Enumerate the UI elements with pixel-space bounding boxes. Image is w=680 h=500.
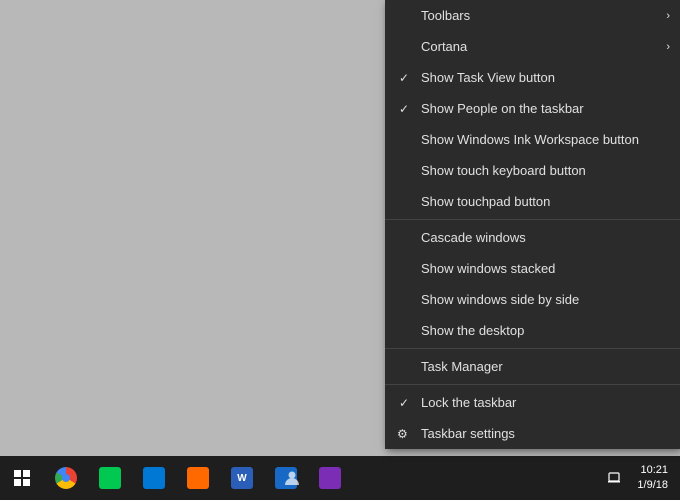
notification-icon[interactable] (599, 456, 629, 500)
taskbar-app-green[interactable] (88, 456, 132, 500)
chrome-icon (55, 467, 77, 489)
taskbar-app-chrome[interactable] (44, 456, 88, 500)
gear-icon: ⚙ (397, 427, 408, 441)
menu-label-stacked: Show windows stacked (421, 261, 555, 276)
checkmark-icon: ✓ (399, 71, 409, 85)
menu-label-task-manager: Task Manager (421, 359, 503, 374)
clock-time: 10:21 (637, 463, 668, 478)
menu-item-show-task-view[interactable]: ✓ Show Task View button (385, 62, 680, 93)
menu-label-taskbar-settings: Taskbar settings (421, 426, 515, 441)
word-icon: W (231, 467, 253, 489)
menu-item-stacked[interactable]: Show windows stacked (385, 253, 680, 284)
taskbar-app-word[interactable]: W (220, 456, 264, 500)
checkmark-icon: ✓ (399, 396, 409, 410)
menu-label-toolbars: Toolbars (421, 8, 470, 23)
menu-item-show-touch[interactable]: Show touch keyboard button (385, 155, 680, 186)
submenu-arrow-icon: › (666, 41, 670, 53)
menu-separator-14 (385, 384, 680, 385)
taskbar-app-outlook[interactable] (132, 456, 176, 500)
menu-label-cortana: Cortana (421, 39, 467, 54)
system-tray: 10:21 1/9/18 (599, 456, 680, 500)
windows-logo-icon (14, 470, 30, 486)
menu-item-show-people[interactable]: ✓ Show People on the taskbar (385, 93, 680, 124)
menu-label-show-people: Show People on the taskbar (421, 101, 584, 116)
menu-label-show-desktop: Show the desktop (421, 323, 524, 338)
menu-label-lock-taskbar: Lock the taskbar (421, 395, 516, 410)
submenu-arrow-icon: › (666, 10, 670, 22)
clock-date: 1/9/18 (637, 478, 668, 493)
menu-item-side-by-side[interactable]: Show windows side by side (385, 284, 680, 315)
orange-app-icon (187, 467, 209, 489)
menu-label-show-ink: Show Windows Ink Workspace button (421, 132, 639, 147)
menu-separator-7 (385, 219, 680, 220)
people-button[interactable] (270, 456, 314, 500)
outlook-icon (143, 467, 165, 489)
menu-label-show-touch: Show touch keyboard button (421, 163, 586, 178)
menu-item-lock-taskbar[interactable]: ✓ Lock the taskbar (385, 387, 680, 418)
taskbar-clock[interactable]: 10:21 1/9/18 (629, 463, 676, 494)
taskbar-app-orange[interactable] (176, 456, 220, 500)
menu-item-cascade[interactable]: Cascade windows (385, 222, 680, 253)
desktop: Toolbars›Cortana›✓Show Task View button✓… (0, 0, 680, 500)
menu-label-side-by-side: Show windows side by side (421, 292, 579, 307)
menu-item-toolbars[interactable]: Toolbars › (385, 0, 680, 31)
taskbar: W 10:21 (0, 456, 680, 500)
menu-label-cascade: Cascade windows (421, 230, 526, 245)
menu-item-task-manager[interactable]: Task Manager (385, 351, 680, 382)
green-app-icon (99, 467, 121, 489)
menu-separator-12 (385, 348, 680, 349)
purple-app-icon (319, 467, 341, 489)
start-button[interactable] (0, 456, 44, 500)
taskbar-app-purple[interactable] (308, 456, 352, 500)
menu-item-cortana[interactable]: Cortana › (385, 31, 680, 62)
menu-item-show-desktop[interactable]: Show the desktop (385, 315, 680, 346)
menu-item-taskbar-settings[interactable]: ⚙ Taskbar settings (385, 418, 680, 449)
checkmark-icon: ✓ (399, 102, 409, 116)
people-icon (282, 468, 302, 488)
menu-item-show-touchpad[interactable]: Show touchpad button (385, 186, 680, 217)
context-menu: Toolbars›Cortana›✓Show Task View button✓… (385, 0, 680, 449)
menu-item-show-ink[interactable]: Show Windows Ink Workspace button (385, 124, 680, 155)
menu-label-show-touchpad: Show touchpad button (421, 194, 550, 209)
menu-label-show-task-view: Show Task View button (421, 70, 555, 85)
